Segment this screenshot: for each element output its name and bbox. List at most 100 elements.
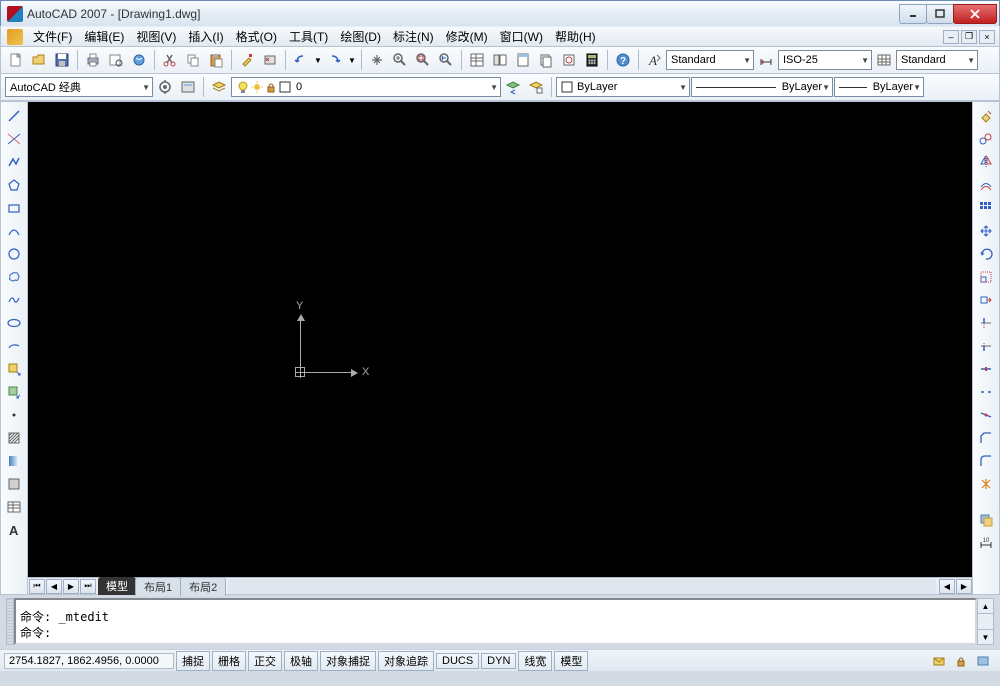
color-dropdown[interactable]: ByLayer ▼ <box>556 77 690 97</box>
ellipse-button[interactable] <box>3 312 25 334</box>
cut-button[interactable] <box>159 49 181 71</box>
revision-cloud-button[interactable] <box>3 266 25 288</box>
text-style-icon[interactable]: A <box>643 49 665 71</box>
mdi-restore-button[interactable]: ❐ <box>961 30 977 44</box>
stretch-button[interactable] <box>975 289 997 311</box>
hatch-button[interactable] <box>3 427 25 449</box>
workspace-settings-button[interactable] <box>154 76 176 98</box>
ortho-toggle[interactable]: 正交 <box>248 651 282 671</box>
hscroll-track[interactable] <box>228 579 936 594</box>
menu-view[interactable]: 视图(V) <box>130 26 182 47</box>
pan-button[interactable] <box>366 49 388 71</box>
dim-style-dropdown[interactable]: ISO-25▼ <box>778 50 872 70</box>
design-center-button[interactable] <box>489 49 511 71</box>
coordinates-display[interactable]: 2754.1827, 1862.4956, 0.0000 <box>4 653 174 669</box>
extend-button[interactable] <box>975 335 997 357</box>
open-button[interactable] <box>28 49 50 71</box>
zoom-previous-button[interactable] <box>435 49 457 71</box>
publish-button[interactable] <box>128 49 150 71</box>
scale-button[interactable] <box>975 266 997 288</box>
print-button[interactable] <box>82 49 104 71</box>
tab-prev-button[interactable]: ◀ <box>46 579 62 594</box>
move-button[interactable] <box>975 220 997 242</box>
menu-window[interactable]: 窗口(W) <box>494 26 549 47</box>
fillet-button[interactable] <box>975 450 997 472</box>
ducs-toggle[interactable]: DUCS <box>436 653 479 669</box>
menu-tools[interactable]: 工具(T) <box>283 26 334 47</box>
tab-layout2[interactable]: 布局2 <box>180 577 226 596</box>
drawing-canvas[interactable]: Y X <box>28 102 972 577</box>
markup-set-button[interactable] <box>558 49 580 71</box>
layer-dropdown[interactable]: 0 ▼ <box>231 77 501 97</box>
offset-button[interactable] <box>975 174 997 196</box>
lwt-toggle[interactable]: 线宽 <box>518 651 552 671</box>
properties-button[interactable] <box>466 49 488 71</box>
paste-button[interactable] <box>205 49 227 71</box>
dim-style-icon[interactable] <box>755 49 777 71</box>
explode-button[interactable] <box>975 473 997 495</box>
point-button[interactable] <box>3 404 25 426</box>
menu-dimension[interactable]: 标注(N) <box>387 26 440 47</box>
polar-toggle[interactable]: 极轴 <box>284 651 318 671</box>
undo-button[interactable] <box>290 49 312 71</box>
region-button[interactable] <box>3 473 25 495</box>
trim-button[interactable] <box>975 312 997 334</box>
command-scrollbar[interactable]: ▲ ▼ <box>977 598 994 645</box>
mdi-close-button[interactable]: × <box>979 30 995 44</box>
menu-draw[interactable]: 绘图(D) <box>334 26 387 47</box>
zoom-window-button[interactable] <box>412 49 434 71</box>
otrack-toggle[interactable]: 对象追踪 <box>378 651 434 671</box>
close-button[interactable] <box>953 4 997 24</box>
insert-block-button[interactable] <box>3 358 25 380</box>
mtext-button[interactable]: A <box>3 519 25 541</box>
arc-button[interactable] <box>3 220 25 242</box>
help-button[interactable]: ? <box>612 49 634 71</box>
command-input[interactable]: 命令: _mtedit 命令: <box>14 598 977 645</box>
quickcalc-button[interactable] <box>581 49 603 71</box>
tab-next-button[interactable]: ▶ <box>63 579 79 594</box>
break-at-point-button[interactable] <box>975 358 997 380</box>
copy-button[interactable] <box>182 49 204 71</box>
menu-insert[interactable]: 插入(I) <box>182 26 229 47</box>
dimension-button[interactable]: 10 <box>975 532 997 554</box>
mdi-minimize-button[interactable]: – <box>943 30 959 44</box>
join-button[interactable] <box>975 404 997 426</box>
match-properties-button[interactable] <box>236 49 258 71</box>
rotate-button[interactable] <box>975 243 997 265</box>
osnap-toggle[interactable]: 对象捕捉 <box>320 651 376 671</box>
table-style-dropdown[interactable]: Standard▼ <box>896 50 978 70</box>
make-block-button[interactable] <box>3 381 25 403</box>
rectangle-button[interactable] <box>3 197 25 219</box>
polygon-button[interactable] <box>3 174 25 196</box>
plot-preview-button[interactable] <box>105 49 127 71</box>
menu-file[interactable]: 文件(F) <box>27 26 78 47</box>
layer-state-button[interactable] <box>525 76 547 98</box>
copy-object-button[interactable] <box>975 128 997 150</box>
snap-toggle[interactable]: 捕捉 <box>176 651 210 671</box>
spline-button[interactable] <box>3 289 25 311</box>
circle-button[interactable] <box>3 243 25 265</box>
erase-button[interactable] <box>975 105 997 127</box>
grid-toggle[interactable]: 栅格 <box>212 651 246 671</box>
tool-palettes-button[interactable] <box>512 49 534 71</box>
save-button[interactable] <box>51 49 73 71</box>
table-button[interactable] <box>3 496 25 518</box>
polyline-button[interactable] <box>3 151 25 173</box>
minimize-button[interactable] <box>899 4 927 24</box>
zoom-realtime-button[interactable] <box>389 49 411 71</box>
clean-screen-icon[interactable] <box>974 652 992 670</box>
maximize-button[interactable] <box>926 4 954 24</box>
layer-properties-button[interactable] <box>208 76 230 98</box>
communication-center-icon[interactable] <box>930 652 948 670</box>
command-grip[interactable] <box>6 598 14 645</box>
command-scroll-up[interactable]: ▲ <box>978 599 993 614</box>
mirror-button[interactable] <box>975 151 997 173</box>
gradient-button[interactable] <box>3 450 25 472</box>
new-button[interactable] <box>5 49 27 71</box>
menu-format[interactable]: 格式(O) <box>230 26 283 47</box>
menu-modify[interactable]: 修改(M) <box>440 26 494 47</box>
draworder-button[interactable] <box>975 509 997 531</box>
hscroll-left-button[interactable]: ◀ <box>939 579 955 594</box>
linetype-dropdown[interactable]: ByLayer ▼ <box>691 77 833 97</box>
menu-edit[interactable]: 编辑(E) <box>78 26 130 47</box>
